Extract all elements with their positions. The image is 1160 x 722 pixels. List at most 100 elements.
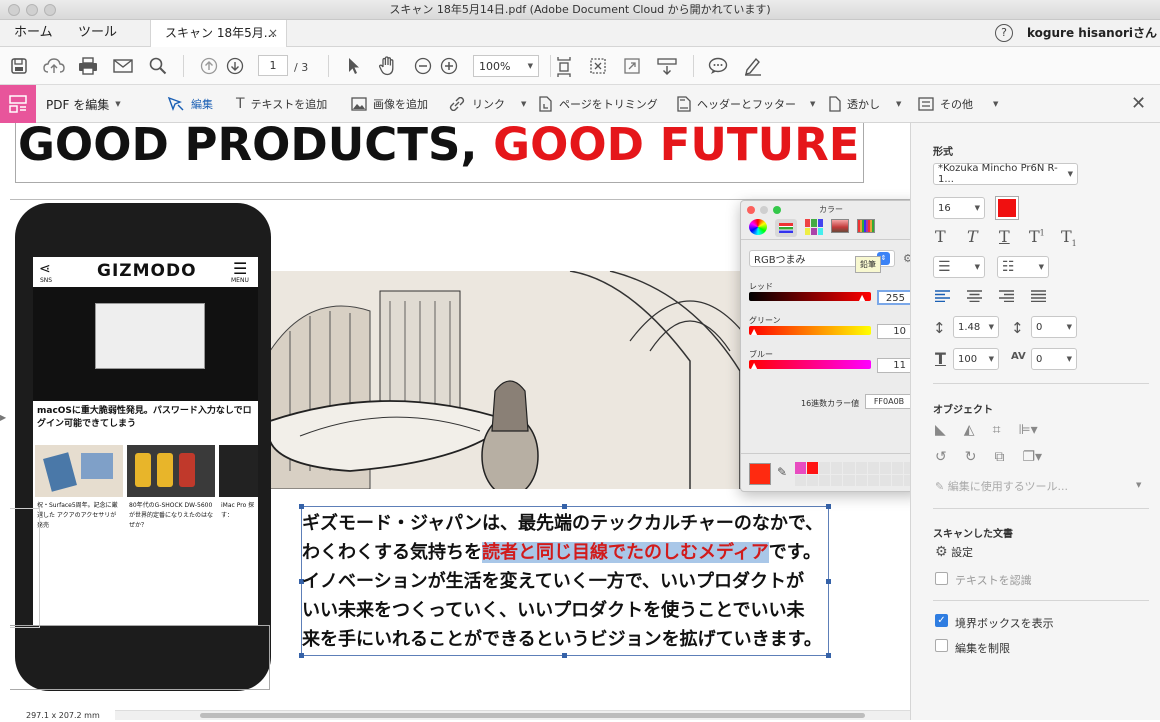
- font-family-select[interactable]: *Kozuka Mincho Pr6N R-1... ▼: [933, 163, 1078, 185]
- color-palettes-icon[interactable]: [805, 219, 823, 235]
- arrange-icon[interactable]: ❐▾: [1022, 449, 1042, 465]
- slider-thumb-icon[interactable]: ▲: [751, 361, 757, 370]
- crayons-icon[interactable]: [857, 219, 875, 233]
- zoom-in-icon[interactable]: [438, 56, 460, 76]
- zoom-out-icon[interactable]: [412, 56, 434, 76]
- close-edit-toolbar-icon[interactable]: ✕: [1131, 95, 1146, 113]
- save-icon[interactable]: [8, 56, 30, 76]
- tab-tools[interactable]: ツール: [78, 20, 117, 46]
- replace-image-icon[interactable]: ⧉: [994, 449, 1004, 465]
- select-cursor-icon[interactable]: [344, 56, 364, 76]
- rotate-left-icon[interactable]: ↺: [935, 449, 947, 465]
- red-slider[interactable]: [749, 292, 871, 301]
- scan-settings-button[interactable]: ⚙ 設定: [935, 544, 973, 560]
- crop-icon[interactable]: ⌗: [993, 422, 1001, 438]
- palette-zoom-button[interactable]: [773, 206, 781, 214]
- watermark-button[interactable]: 透かし ▼: [829, 85, 901, 123]
- read-aloud-icon[interactable]: [656, 56, 678, 78]
- align-center-icon[interactable]: [967, 290, 982, 302]
- red-value-input[interactable]: 255: [877, 290, 910, 305]
- add-text-button[interactable]: T テキストを追加: [236, 85, 327, 123]
- subscript-icon[interactable]: T1: [1061, 227, 1077, 248]
- highlight-pen-icon[interactable]: [742, 56, 764, 76]
- selected-text[interactable]: 読者と同じ目線でたのしむメディア: [482, 542, 769, 563]
- green-slider[interactable]: [749, 326, 871, 335]
- add-image-button[interactable]: 画像を追加: [351, 85, 428, 123]
- eyedropper-icon[interactable]: ✎: [777, 465, 787, 479]
- align-right-icon[interactable]: [999, 290, 1014, 302]
- paragraph-spacing-select[interactable]: 0 ▼: [1031, 316, 1077, 338]
- image-palettes-icon[interactable]: [831, 219, 849, 233]
- comment-icon[interactable]: [706, 56, 730, 76]
- fit-page-icon[interactable]: [553, 55, 575, 79]
- zoom-window-button[interactable]: [44, 4, 56, 16]
- current-color-swatch[interactable]: [749, 463, 771, 485]
- palette-gear-icon[interactable]: ⚙: [903, 252, 910, 265]
- email-icon[interactable]: [112, 56, 134, 76]
- align-justify-icon[interactable]: [1031, 290, 1046, 302]
- search-icon[interactable]: [147, 56, 169, 76]
- more-button[interactable]: その他 ▼: [918, 85, 998, 123]
- superscript-icon[interactable]: T1: [1029, 227, 1045, 246]
- recognize-text-checkbox[interactable]: [935, 572, 948, 585]
- text-underline-icon[interactable]: T: [999, 227, 1010, 246]
- color-sliders-icon[interactable]: [775, 219, 797, 237]
- align-objects-icon[interactable]: ⊫▾: [1018, 422, 1037, 438]
- help-icon[interactable]: ?: [995, 24, 1013, 42]
- flip-vertical-icon[interactable]: ◣: [935, 422, 946, 438]
- previous-page-icon[interactable]: [198, 56, 220, 76]
- numbered-list-select[interactable]: ☷ ▼: [997, 256, 1049, 278]
- align-left-icon[interactable]: [935, 290, 950, 302]
- edit-button[interactable]: 編集: [167, 85, 213, 123]
- line-spacing-select[interactable]: 1.48 ▼: [953, 316, 999, 338]
- headline-box[interactable]: GOOD PRODUCTS, GOOD FUTURE: [15, 123, 864, 183]
- slider-thumb-icon[interactable]: ▲: [751, 327, 757, 336]
- bullet-list-select[interactable]: ☰ ▼: [933, 256, 985, 278]
- hand-tool-icon[interactable]: [376, 56, 398, 76]
- palette-minimize-button[interactable]: [760, 206, 768, 214]
- rotate-page-icon[interactable]: [587, 56, 609, 76]
- tab-home[interactable]: ホーム: [14, 20, 53, 46]
- document-headline[interactable]: GOOD PRODUCTS, GOOD FUTURE: [18, 123, 860, 170]
- color-picker-window[interactable]: カラー RGBつまみ ⇕ 鉛筆 ⚙ レッド ▲ 255 グリーン ▲ 10 ブル…: [740, 200, 910, 492]
- chevron-down-icon[interactable]: ▼: [1136, 481, 1141, 489]
- text-normal-icon[interactable]: T: [935, 227, 946, 246]
- edit-tool-row[interactable]: ✎ 編集に使用するツール...: [935, 478, 1068, 494]
- edit-mode-dropdown[interactable]: PDF を編集 ▼: [46, 85, 121, 123]
- text-color-button[interactable]: [995, 196, 1019, 220]
- tab-document[interactable]: スキャン 18年5月... ×: [150, 20, 287, 47]
- left-panel-toggle-icon[interactable]: ▶: [0, 413, 6, 425]
- restrict-edit-checkbox[interactable]: [935, 639, 948, 652]
- horizontal-scale-select[interactable]: 100 ▼: [953, 348, 999, 370]
- rotate-right-icon[interactable]: ↻: [965, 449, 977, 465]
- body-paragraph[interactable]: ギズモード・ジャパンは、最先端のテックカルチャーのなかで、 わくわくする気持ちを…: [302, 509, 842, 654]
- header-footer-button[interactable]: ヘッダーとフッター ▼: [677, 85, 815, 123]
- print-icon[interactable]: [77, 56, 99, 76]
- swatch-grid[interactable]: [795, 462, 910, 486]
- character-spacing-select[interactable]: 0 ▼: [1031, 348, 1077, 370]
- cloud-upload-icon[interactable]: [42, 56, 66, 76]
- crop-page-button[interactable]: ページをトリミング: [537, 85, 658, 123]
- green-value-input[interactable]: 10: [877, 324, 910, 339]
- text-italic-icon[interactable]: T: [967, 227, 978, 246]
- body-text-box[interactable]: ギズモード・ジャパンは、最先端のテックカルチャーのなかで、 わくわくする気持ちを…: [299, 504, 831, 658]
- edit-pdf-tool-icon[interactable]: [0, 85, 36, 123]
- palette-close-button[interactable]: [747, 206, 755, 214]
- horizontal-scrollbar[interactable]: [0, 710, 910, 720]
- blue-value-input[interactable]: 11: [877, 358, 910, 373]
- zoom-select[interactable]: 100% ▼: [473, 55, 539, 77]
- show-bbox-checkbox[interactable]: ✓: [935, 614, 948, 627]
- link-button[interactable]: リンク ▼: [448, 85, 526, 123]
- blue-slider[interactable]: [749, 360, 871, 369]
- scrollbar-thumb[interactable]: [200, 713, 865, 718]
- minimize-window-button[interactable]: [26, 4, 38, 16]
- hex-value-input[interactable]: FF0A0B: [865, 394, 910, 409]
- color-wheel-icon[interactable]: [749, 219, 767, 235]
- font-size-select[interactable]: 16 ▼: [933, 197, 985, 219]
- full-screen-icon[interactable]: [621, 56, 643, 76]
- close-window-button[interactable]: [8, 4, 20, 16]
- flip-horizontal-icon[interactable]: ◭: [964, 422, 975, 438]
- user-name[interactable]: kogure hisanoriさん: [1027, 20, 1157, 46]
- next-page-icon[interactable]: [224, 56, 246, 76]
- tab-close-icon[interactable]: ×: [268, 20, 278, 47]
